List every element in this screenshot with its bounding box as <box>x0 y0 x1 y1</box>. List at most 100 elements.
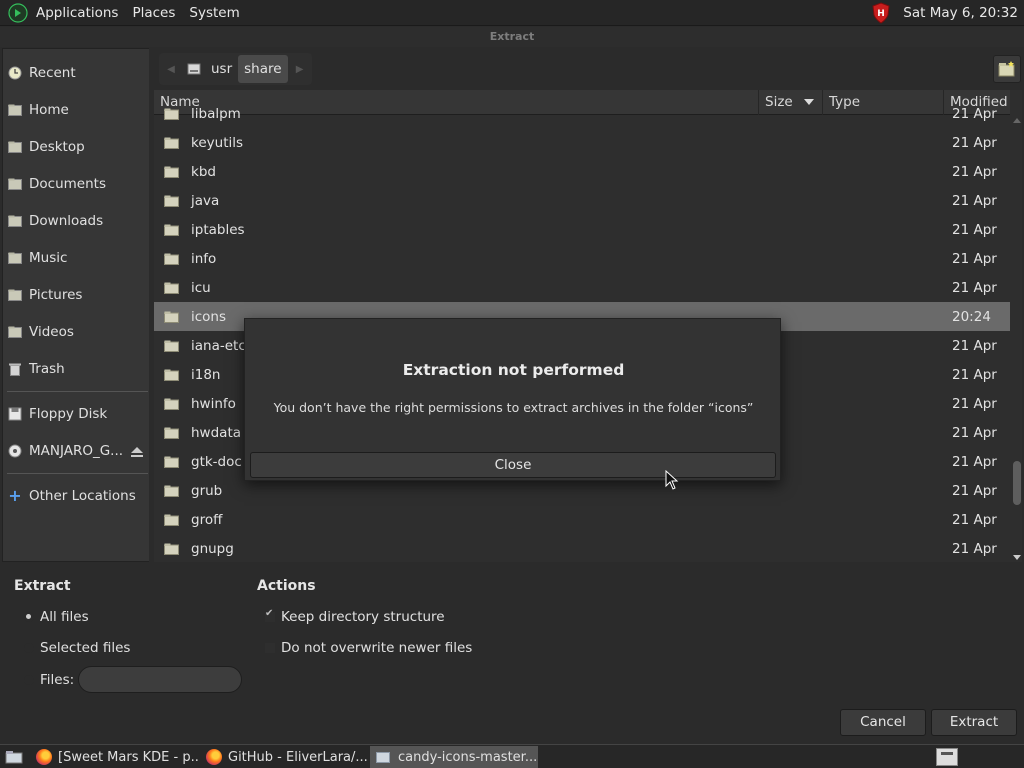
radio-files-pattern[interactable]: Files: <box>24 672 74 688</box>
extract-button[interactable]: Extract <box>931 709 1017 736</box>
sidebar-item-label: Music <box>29 250 68 266</box>
radio-indicator <box>24 675 34 685</box>
folder-icon <box>164 282 179 294</box>
sidebar-item-floppy[interactable]: Floppy Disk <box>3 399 149 429</box>
menu-places[interactable]: Places <box>125 0 182 26</box>
sidebar-item-downloads[interactable]: Downloads <box>3 206 149 236</box>
file-row[interactable]: info 21 Apr <box>154 244 1010 273</box>
taskbar-task-firefox-sweet-mars[interactable]: [Sweet Mars KDE - p... <box>32 746 200 768</box>
scroll-up-icon[interactable] <box>1013 118 1021 123</box>
manjaro-logo-icon[interactable] <box>7 2 29 24</box>
file-name: libalpm <box>191 105 241 122</box>
file-row[interactable]: kbd 21 Apr <box>154 157 1010 186</box>
actions-section-title: Actions <box>257 578 316 594</box>
sidebar-item-label: Trash <box>29 361 65 377</box>
taskbar-file-manager-icon[interactable] <box>2 746 28 768</box>
file-modified: 21 Apr <box>952 453 997 470</box>
task-label: [Sweet Mars KDE - p... <box>58 749 200 765</box>
menu-applications[interactable]: Applications <box>29 0 125 26</box>
clock[interactable]: Sat May 6, 20:32 <box>903 5 1024 21</box>
sidebar-item-recent[interactable]: Recent <box>3 58 149 88</box>
file-modified: 21 Apr <box>952 482 997 499</box>
folder-icon <box>164 137 179 149</box>
sidebar-item-label: Recent <box>29 65 76 81</box>
radio-indicator <box>24 643 34 653</box>
file-modified: 21 Apr <box>952 540 997 557</box>
cancel-button[interactable]: Cancel <box>840 709 926 736</box>
taskbar-task-archive-manager[interactable]: candy-icons-master.... <box>370 746 538 768</box>
drive-icon <box>187 63 201 75</box>
file-name: keyutils <box>191 134 244 151</box>
file-row[interactable]: iptables 21 Apr <box>154 215 1010 244</box>
folder-icon <box>164 311 179 323</box>
disc-icon <box>8 444 22 458</box>
file-row[interactable]: libalpm 21 Apr <box>154 99 1010 128</box>
radio-label: Files: <box>40 672 75 688</box>
sidebar-item-other-locations[interactable]: + Other Locations <box>3 481 149 511</box>
top-menu: Applications Places System <box>0 0 247 26</box>
sidebar-item-desktop[interactable]: Desktop <box>3 132 149 162</box>
checkbox-indicator <box>265 608 275 622</box>
home-folder-icon <box>8 104 22 116</box>
extract-options: Extract All files Selected files Files: … <box>0 563 1024 743</box>
new-folder-button[interactable] <box>993 55 1021 83</box>
folder-icon <box>164 456 179 468</box>
file-row[interactable]: keyutils 21 Apr <box>154 128 1010 157</box>
file-row[interactable]: java 21 Apr <box>154 186 1010 215</box>
eject-icon[interactable] <box>131 447 143 457</box>
file-name: hwdata <box>191 424 242 441</box>
path-root-button[interactable] <box>183 55 205 83</box>
file-modified: 21 Apr <box>952 134 997 151</box>
scroll-down-icon[interactable] <box>1013 555 1021 560</box>
file-modified: 21 Apr <box>952 366 997 383</box>
file-row[interactable]: icu 21 Apr <box>154 273 1010 302</box>
sidebar-item-music[interactable]: Music <box>3 243 149 273</box>
sidebar-item-documents[interactable]: Documents <box>3 169 149 199</box>
checkbox-indicator <box>265 643 275 653</box>
sidebar-item-label: MANJARO_G... <box>29 443 124 459</box>
top-panel: Applications Places System H Sat May 6, … <box>0 0 1024 26</box>
folder-icon <box>164 369 179 381</box>
vertical-scrollbar[interactable] <box>1011 115 1022 562</box>
checkbox-do-not-overwrite[interactable]: Do not overwrite newer files <box>265 640 472 656</box>
sidebar-item-label: Other Locations <box>29 488 136 504</box>
checkbox-label: Keep directory structure <box>281 609 445 625</box>
close-button[interactable]: Close <box>250 452 776 478</box>
folder-icon <box>164 224 179 236</box>
scrollbar-thumb[interactable] <box>1013 461 1021 505</box>
file-name: icu <box>191 279 211 296</box>
menu-system[interactable]: System <box>182 0 246 26</box>
taskbar-task-firefox-github[interactable]: GitHub - EliverLara/... <box>202 746 368 768</box>
files-pattern-input[interactable] <box>78 666 242 693</box>
path-scroll-right-icon[interactable]: ▶ <box>288 53 312 85</box>
sidebar-item-trash[interactable]: Trash <box>3 354 149 384</box>
path-segment-share[interactable]: share <box>238 55 288 83</box>
checkbox-label: Do not overwrite newer files <box>281 640 473 656</box>
sidebar-item-manjaro-disc[interactable]: MANJARO_G... <box>3 436 149 466</box>
firefox-icon <box>206 749 222 765</box>
file-row[interactable]: gnupg 21 Apr <box>154 534 1010 562</box>
file-row[interactable]: groff 21 Apr <box>154 505 1010 534</box>
folder-icon <box>164 253 179 265</box>
radio-selected-files[interactable]: Selected files <box>24 640 130 656</box>
sidebar-item-videos[interactable]: Videos <box>3 317 149 347</box>
path-segment-usr[interactable]: usr <box>205 55 238 83</box>
file-name: i18n <box>191 366 221 383</box>
radio-label: Selected files <box>40 640 131 656</box>
security-shield-icon[interactable]: H <box>871 2 891 24</box>
file-modified: 21 Apr <box>952 105 997 122</box>
radio-all-files[interactable]: All files <box>24 609 89 625</box>
file-name: grub <box>191 482 223 499</box>
sidebar-item-pictures[interactable]: Pictures <box>3 280 149 310</box>
file-name: groff <box>191 511 223 528</box>
show-desktop-icon[interactable] <box>936 748 958 766</box>
file-modified: 21 Apr <box>952 192 997 209</box>
sidebar-item-label: Downloads <box>29 213 104 229</box>
folder-icon <box>164 427 179 439</box>
file-name: iana-etc <box>191 337 246 354</box>
checkbox-keep-directory-structure[interactable]: Keep directory structure <box>265 608 445 625</box>
sidebar-item-home[interactable]: Home <box>3 95 149 125</box>
dialog-message: You don’t have the right permissions to … <box>273 400 754 415</box>
path-scroll-left-icon[interactable]: ◀ <box>159 53 183 85</box>
folder-icon <box>164 108 179 120</box>
